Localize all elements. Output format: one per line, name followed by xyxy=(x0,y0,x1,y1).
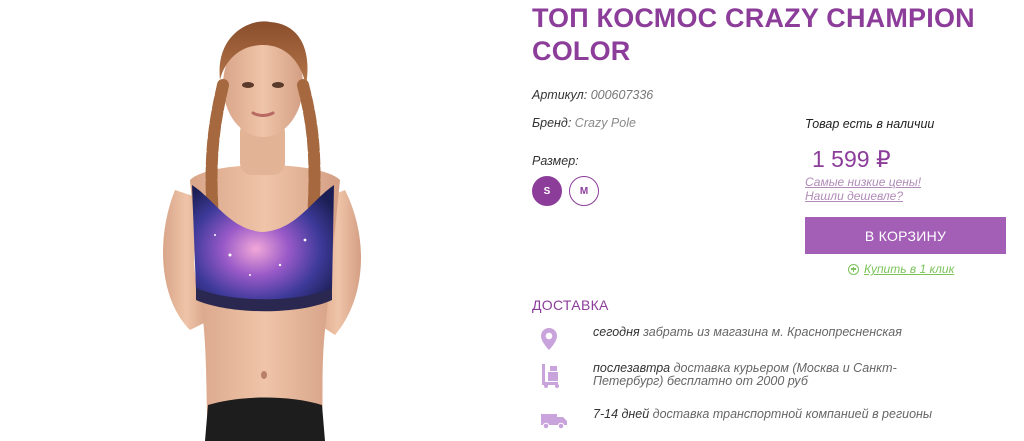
one-click-buy-label: Купить в 1 клик xyxy=(864,262,955,276)
lowest-price-link[interactable]: Самые низкие цены! xyxy=(805,175,921,189)
delivery-truck-icon xyxy=(540,408,576,434)
product-brand: Бренд: Crazy Pole xyxy=(532,116,636,130)
delivery-highlight-regions: 7-14 дней xyxy=(593,407,650,421)
delivery-text-courier: послезавтра доставка курьером (Москва и … xyxy=(593,362,953,388)
delivery-item-pickup: сегодня забрать из магазина м. Краснопре… xyxy=(540,326,902,352)
product-photo xyxy=(120,0,410,441)
delivery-desc-pickup: забрать из магазина м. Краснопресненская xyxy=(639,325,902,339)
plus-circle-icon xyxy=(848,263,859,275)
add-to-cart-button[interactable]: В КОРЗИНУ xyxy=(805,217,1006,254)
size-option-s[interactable]: S xyxy=(532,176,562,206)
delivery-item-regions: 7-14 дней доставка транспортной компание… xyxy=(540,408,932,434)
hand-truck-icon xyxy=(540,362,576,388)
brand-label: Бренд: xyxy=(532,116,572,130)
location-pin-icon xyxy=(540,326,576,352)
stock-status: Товар есть в наличии xyxy=(805,117,935,131)
delivery-desc-regions: доставка транспортной компанией в регион… xyxy=(649,407,933,421)
found-cheaper-link[interactable]: Нашли дешевле? xyxy=(805,189,903,203)
sku-label: Артикул: xyxy=(532,88,588,102)
size-label: Размер: xyxy=(532,154,579,168)
delivery-highlight-pickup: сегодня xyxy=(593,325,640,339)
delivery-text-regions: 7-14 дней доставка транспортной компание… xyxy=(593,408,932,421)
delivery-text-pickup: сегодня забрать из магазина м. Краснопре… xyxy=(593,326,902,339)
size-option-m[interactable]: M xyxy=(569,176,599,206)
delivery-title: ДОСТАВКА xyxy=(532,297,609,313)
product-price: 1 599 ₽ xyxy=(812,146,891,172)
delivery-item-courier: послезавтра доставка курьером (Москва и … xyxy=(540,362,953,388)
size-selector: S M xyxy=(532,176,599,206)
product-title: ТОП КОСМОС CRAZY CHAMPION COLOR xyxy=(532,3,975,66)
brand-value[interactable]: Crazy Pole xyxy=(575,116,636,130)
one-click-buy-link[interactable]: Купить в 1 клик xyxy=(848,262,954,276)
sku-value: 000607336 xyxy=(590,88,654,102)
product-sku: Артикул: 000607336 xyxy=(532,88,653,102)
delivery-highlight-courier: послезавтра xyxy=(593,361,671,375)
